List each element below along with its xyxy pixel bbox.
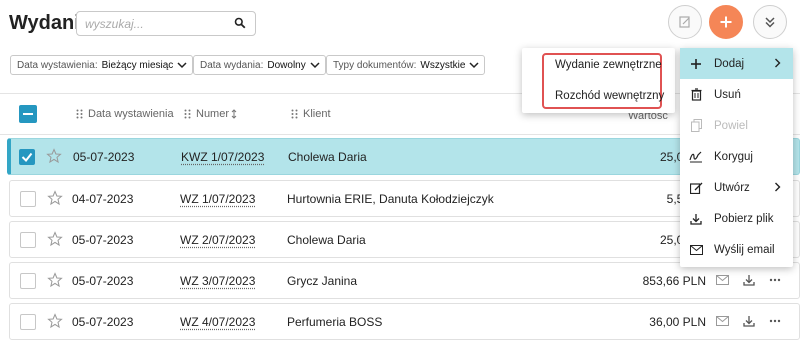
filter-document-types[interactable]: Typy dokumentów: Wszystkie (326, 55, 486, 75)
edit-icon (679, 16, 690, 28)
download-icon (690, 213, 702, 225)
actions-menu: Dodaj Usuń Powiel Koryguj Utwórz Pobierz… (680, 48, 793, 267)
email-icon[interactable] (716, 316, 729, 326)
download-icon[interactable] (743, 315, 755, 327)
column-client[interactable]: Klient (291, 108, 331, 120)
more-actions-button[interactable] (753, 5, 787, 39)
plus-icon (691, 58, 701, 69)
row-checkbox[interactable] (19, 149, 35, 165)
menu-item-download-file[interactable]: Pobierz plik (680, 203, 793, 234)
document-number-link[interactable]: WZ 1/07/2023 (180, 192, 255, 206)
star-icon[interactable] (47, 272, 63, 288)
menu-item-correct[interactable]: Koryguj (680, 141, 793, 172)
drag-handle-icon (184, 109, 191, 119)
row-checkbox[interactable] (20, 191, 36, 207)
document-number-link[interactable]: KWZ 1/07/2023 (181, 150, 264, 164)
signature-icon (689, 151, 702, 162)
add-button[interactable] (709, 5, 743, 39)
submenu-item-external-release[interactable]: Wydanie zewnętrzne (555, 59, 662, 71)
row-checkbox[interactable] (20, 273, 36, 289)
check-icon (21, 152, 33, 163)
more-options-icon[interactable] (769, 278, 781, 282)
drag-handle-icon (291, 109, 298, 119)
download-icon[interactable] (743, 274, 755, 286)
document-number-link[interactable]: WZ 2/07/2023 (180, 233, 255, 247)
column-number[interactable]: Numer (184, 108, 237, 120)
more-options-icon[interactable] (769, 319, 781, 323)
star-icon[interactable] (47, 231, 63, 247)
double-chevron-down-icon (765, 17, 775, 28)
chevron-right-icon (775, 182, 781, 192)
chevron-down-icon (177, 62, 187, 69)
chevron-right-icon (775, 58, 781, 68)
menu-item-add[interactable]: Dodaj (680, 48, 793, 79)
search-icon[interactable] (234, 17, 246, 29)
chevron-down-icon (469, 62, 479, 69)
row-checkbox[interactable] (20, 314, 36, 330)
document-number-link[interactable]: WZ 3/07/2023 (180, 274, 255, 288)
menu-item-delete[interactable]: Usuń (680, 79, 793, 110)
menu-item-create[interactable]: Utwórz (680, 172, 793, 203)
submenu-item-internal-release[interactable]: Rozchód wewnętrzny (555, 90, 664, 102)
table-row[interactable]: 05-07-2023 WZ 3/07/2023 Grycz Janina 853… (9, 262, 800, 299)
star-icon[interactable] (47, 190, 63, 206)
plus-icon (720, 16, 732, 28)
search-placeholder: wyszukaj... (85, 17, 144, 31)
select-all-checkbox[interactable] (19, 105, 37, 123)
document-number-link[interactable]: WZ 4/07/2023 (180, 315, 255, 329)
star-icon[interactable] (46, 148, 62, 164)
edit-button[interactable] (668, 5, 702, 39)
chevron-down-icon (310, 62, 320, 69)
menu-item-send-email[interactable]: Wyślij email (680, 234, 793, 265)
star-icon[interactable] (47, 313, 63, 329)
email-icon[interactable] (716, 275, 729, 285)
create-document-icon (689, 182, 702, 194)
trash-icon (691, 88, 701, 101)
filter-release-date[interactable]: Data wydania: Dowolny (193, 55, 326, 75)
sort-icon[interactable] (231, 109, 237, 119)
copy-icon (690, 119, 702, 132)
row-checkbox[interactable] (20, 232, 36, 248)
add-submenu: Wydanie zewnętrzne Rozchód wewnętrzny (522, 48, 675, 113)
drag-handle-icon (76, 109, 83, 119)
column-date[interactable]: Data wystawienia (76, 108, 174, 120)
table-row[interactable]: 05-07-2023 WZ 4/07/2023 Perfumeria BOSS … (9, 303, 800, 340)
email-icon (689, 244, 703, 255)
search-input[interactable]: wyszukaj... (76, 11, 256, 36)
filter-issue-date[interactable]: Data wystawienia: Bieżący miesiąc (10, 55, 194, 75)
menu-item-duplicate: Powiel (680, 110, 793, 141)
